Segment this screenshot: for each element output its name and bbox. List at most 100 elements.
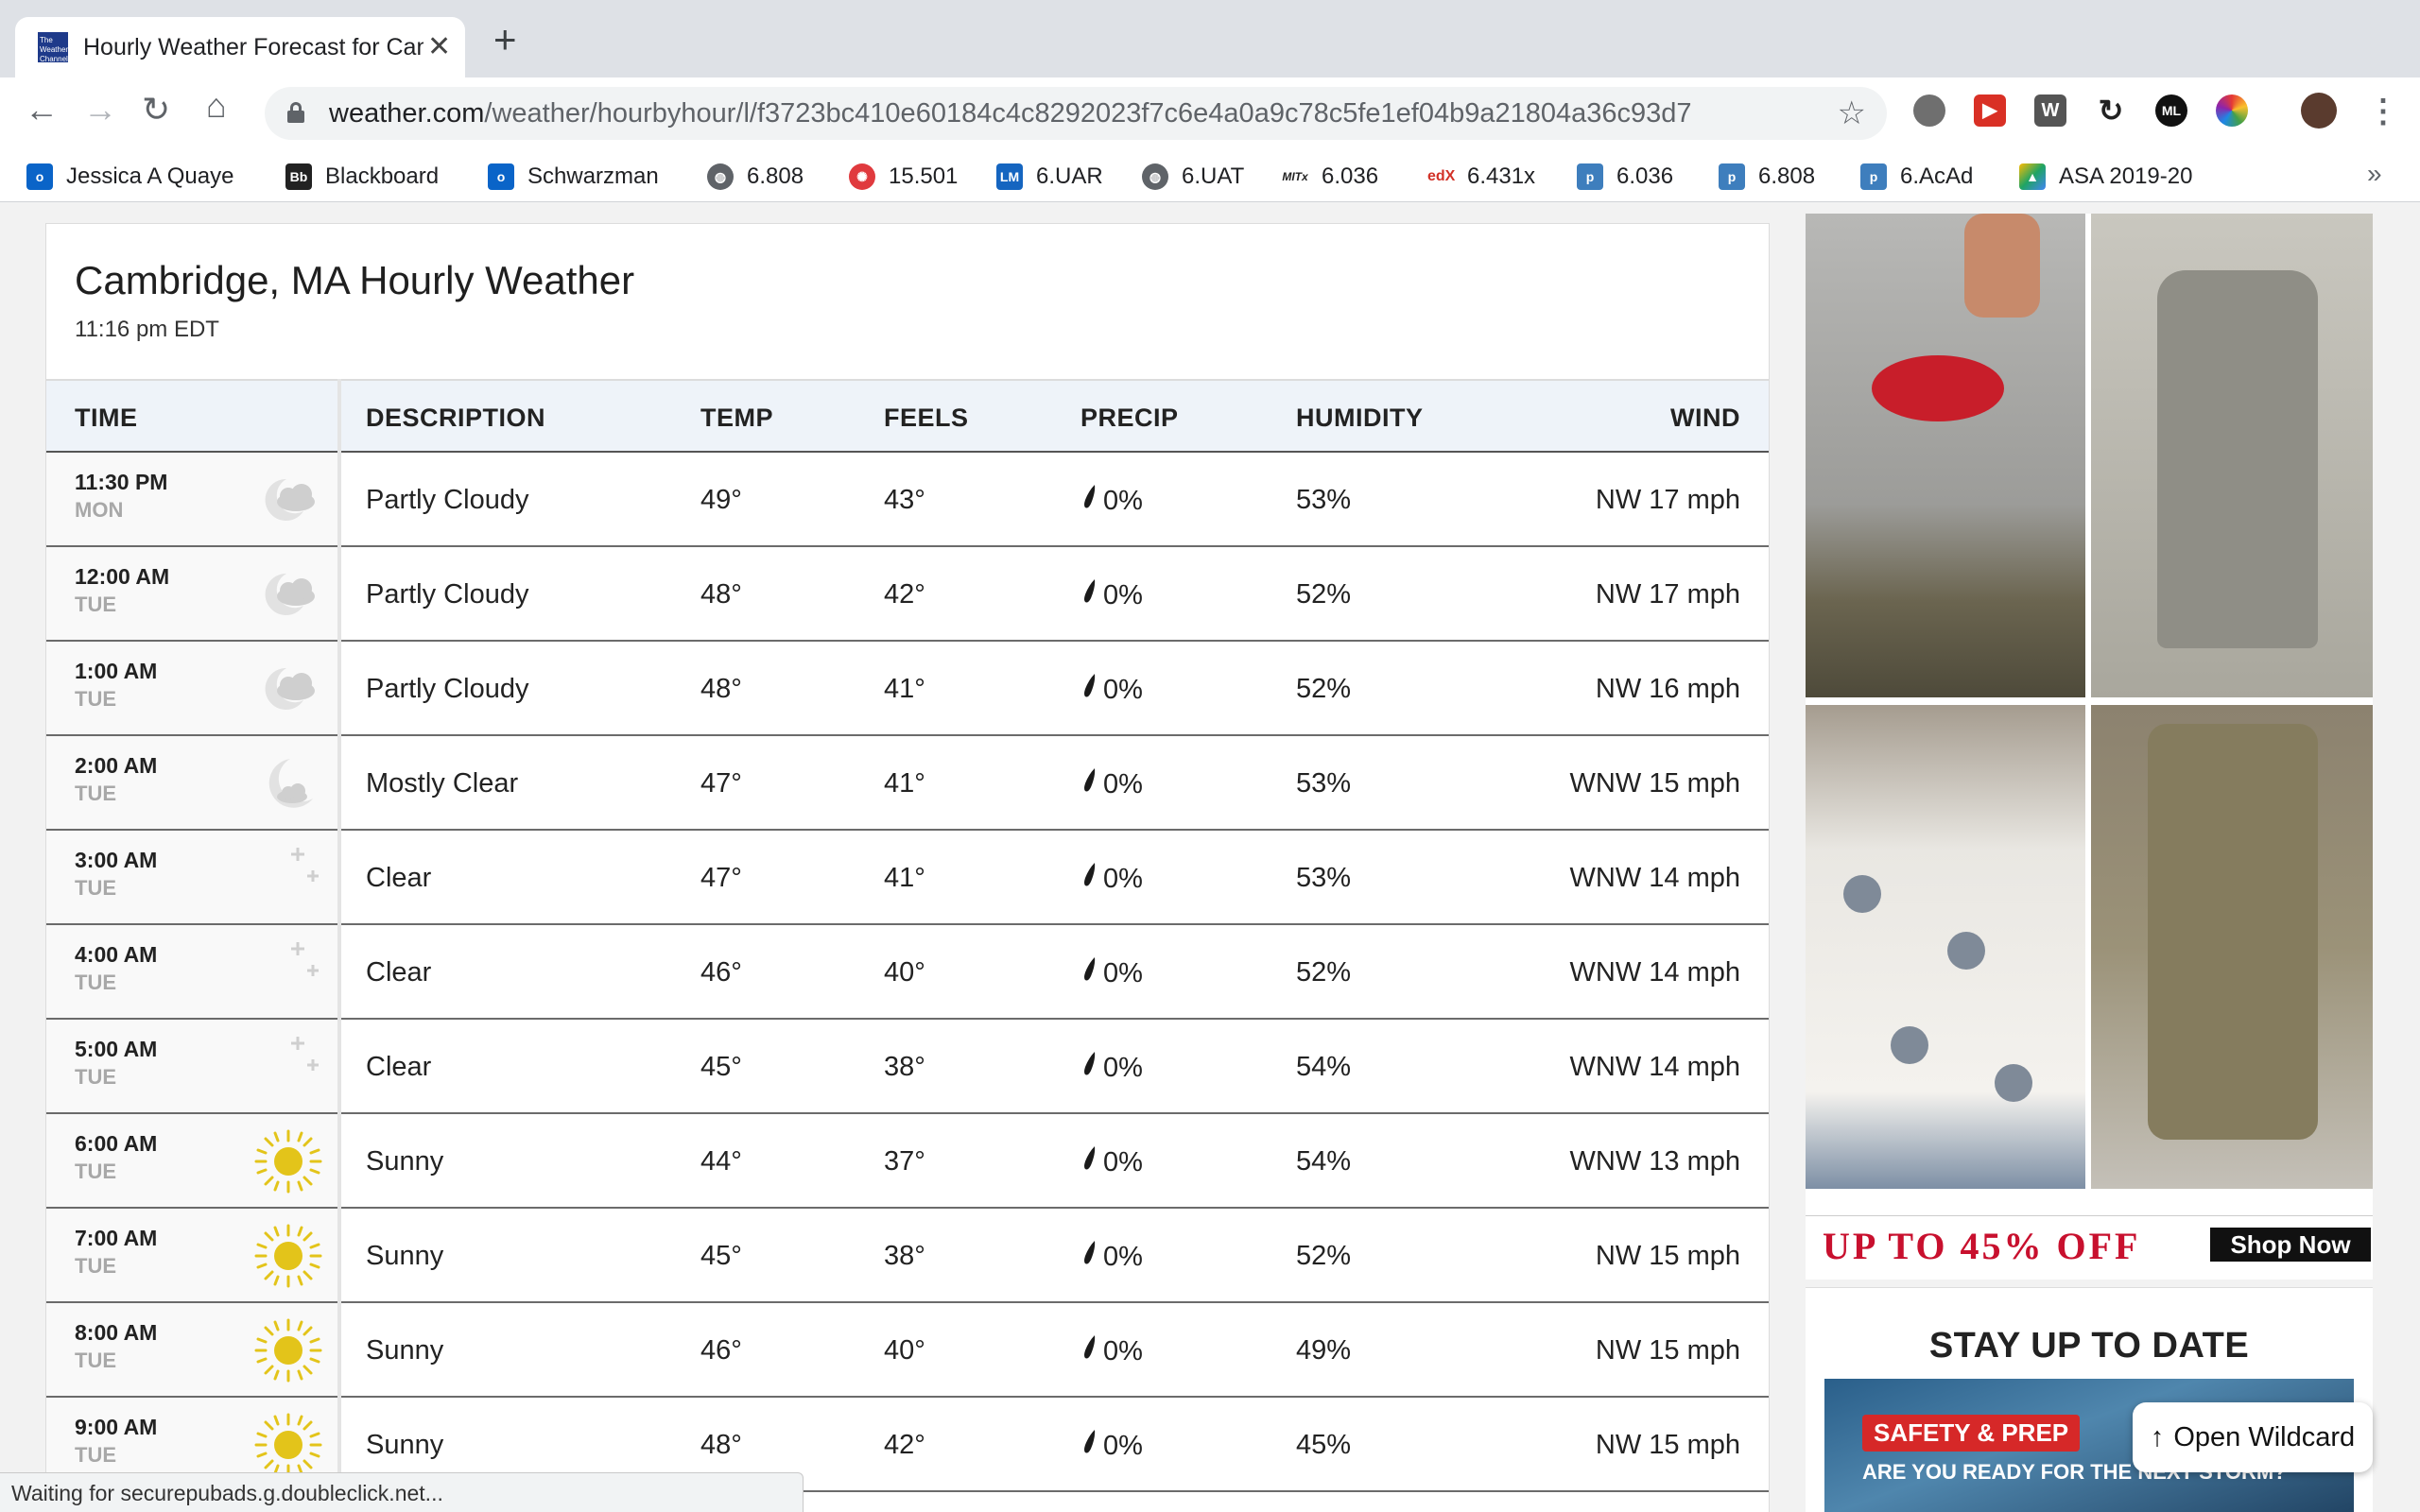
bookmark-item[interactable]: ▲ ASA 2019-20 — [2019, 161, 2192, 193]
row-wind: NW 15 mph — [1595, 1241, 1740, 1271]
row-precip-value: 0% — [1103, 1430, 1143, 1461]
bookmark-item[interactable]: o Schwarzman — [488, 161, 659, 193]
row-description: Partly Cloudy — [366, 579, 529, 610]
table-row[interactable]: 5:00 AM TUE Clear 45° 38° 0% 54% WNW 14 mph — [46, 1020, 1769, 1114]
row-precip: 0% — [1082, 577, 1143, 613]
row-day: TUE — [75, 1065, 116, 1089]
row-precip-value: 0% — [1103, 1146, 1143, 1177]
table-row[interactable]: 2:00 AM TUE Mostly Clear 47° 41° 0% 53% WNW 15 … — [46, 736, 1769, 831]
weather-channel-favicon-icon: The Weather Channel — [38, 32, 68, 63]
bookmarks-overflow-icon[interactable]: » — [2367, 159, 2382, 189]
bookmark-item[interactable]: p 6.808 — [1719, 161, 1815, 193]
mitx-icon: MITx — [1282, 163, 1308, 190]
bookmark-item[interactable]: p 6.AcAd — [1860, 161, 1973, 193]
extension-circle-icon[interactable] — [1913, 94, 1945, 127]
bookmark-item[interactable]: o Jessica A Quaye — [26, 161, 233, 193]
open-wildcard-button[interactable]: ↑ Open Wildcard — [2133, 1402, 2373, 1472]
home-icon[interactable]: ⌂ — [206, 87, 227, 125]
extension-color-wheel-icon[interactable] — [2216, 94, 2248, 127]
row-humidity: 52% — [1296, 957, 1352, 988]
row-temp: 46° — [700, 957, 742, 988]
table-row[interactable]: 8:00 AM TUE Sunny 46° 40° 0% 49% NW 15 mph — [46, 1303, 1769, 1398]
extension-ml-icon[interactable]: ML — [2155, 94, 2187, 127]
bookmark-label: Schwarzman — [527, 163, 659, 189]
bookmark-item[interactable]: edX 6.431x — [1427, 161, 1535, 193]
safety-prep-badge: SAFETY & PREP — [1862, 1415, 2081, 1452]
bookmark-label: 6.036 — [1322, 163, 1379, 189]
raindrop-icon — [1082, 1050, 1103, 1086]
row-description: Clear — [366, 1052, 432, 1082]
browser-menu-icon[interactable]: ⋮ — [2367, 93, 2399, 130]
bookmark-item[interactable]: p 6.036 — [1577, 161, 1673, 193]
row-precip-value: 0% — [1103, 1335, 1143, 1366]
bookmark-item[interactable]: ✺ 15.501 — [849, 161, 958, 193]
reload-icon[interactable]: ↻ — [142, 91, 170, 129]
bookmark-label: 15.501 — [889, 163, 959, 189]
page-title: Cambridge, MA Hourly Weather — [75, 258, 635, 302]
partly-cloudy-night-icon — [254, 657, 322, 721]
piazza-icon: p — [1577, 163, 1603, 190]
browser-tab[interactable]: The Weather Channel Hourly Weather Forec… — [15, 17, 465, 77]
row-description: Sunny — [366, 1241, 444, 1271]
row-day: TUE — [75, 782, 116, 805]
row-humidity: 52% — [1296, 674, 1352, 704]
table-row[interactable]: 1:00 AM TUE Partly Cloudy 48° 41° 0% 52% NW 16 … — [46, 642, 1769, 736]
row-temp: 48° — [700, 674, 742, 704]
table-row[interactable]: 4:00 AM TUE Clear 46° 40° 0% 52% WNW 14 mph — [46, 925, 1769, 1020]
outlook-icon: o — [488, 163, 514, 190]
tab-close-icon[interactable]: ✕ — [427, 30, 451, 63]
table-row[interactable]: 11:30 PM MON Partly Cloudy 49° 43° 0% 53% NW 17… — [46, 453, 1769, 547]
table-row[interactable]: 7:00 AM TUE Sunny 45° 38° 0% 52% NW 15 mph — [46, 1209, 1769, 1303]
raindrop-icon — [1082, 766, 1103, 802]
row-description: Partly Cloudy — [366, 485, 529, 515]
header-description: DESCRIPTION — [366, 404, 546, 432]
advertisement[interactable]: UP TO 45% OFF Shop Now — [1806, 214, 2373, 1280]
polka-dot — [1843, 875, 1881, 913]
row-wind: NW 15 mph — [1595, 1430, 1740, 1460]
back-icon[interactable]: ← — [25, 91, 59, 129]
bookmark-item[interactable]: Bb Blackboard — [285, 161, 439, 193]
edx-icon: edX — [1427, 163, 1455, 190]
tab-title: Hourly Weather Forecast for Cambridge — [83, 34, 424, 60]
bookmark-item[interactable]: ◍ 6.808 — [707, 161, 804, 193]
hand-graphic — [1964, 214, 2040, 318]
row-precip: 0% — [1082, 483, 1143, 519]
ad-photo-khaki-pants[interactable] — [2091, 705, 2373, 1189]
header-time: TIME — [75, 404, 138, 432]
ad-photo-blouse[interactable] — [1806, 705, 2085, 1189]
new-tab-button[interactable]: + — [493, 20, 517, 60]
lock-icon[interactable] — [287, 102, 304, 123]
bookmark-label: 6.UAT — [1182, 163, 1245, 189]
sun-icon — [254, 1318, 322, 1383]
forward-icon[interactable]: → — [83, 91, 117, 129]
ad-banner[interactable]: UP TO 45% OFF Shop Now — [1806, 1215, 2373, 1274]
raindrop-icon — [1082, 955, 1103, 991]
row-precip-value: 0% — [1103, 485, 1143, 516]
stay-up-to-date-module: STAY UP TO DATE SAFETY & PREP ARE YOU RE… — [1806, 1287, 2373, 1512]
table-row[interactable]: 12:00 AM TUE Partly Cloudy 48° 42° 0% 52% NW 17… — [46, 547, 1769, 642]
row-precip-value: 0% — [1103, 579, 1143, 610]
table-row[interactable]: 3:00 AM TUE Clear 47° 41° 0% 53% WNW 14 mph — [46, 831, 1769, 925]
table-header: TIME DESCRIPTION TEMP FEELS PRECIP HUMID… — [46, 379, 1769, 453]
extension-refresh-icon[interactable]: ↻ — [2095, 94, 2127, 127]
profile-avatar[interactable] — [2301, 93, 2337, 129]
row-wind: WNW 15 mph — [1569, 768, 1740, 799]
bookmark-label: 6.808 — [1758, 163, 1816, 189]
bookmark-item[interactable]: MITx 6.036 — [1282, 161, 1378, 193]
bookmark-item[interactable]: ◍ 6.UAT — [1142, 161, 1244, 193]
extension-play-icon[interactable]: ▶ — [1974, 94, 2006, 127]
row-wind: WNW 14 mph — [1569, 1052, 1740, 1082]
table-row[interactable]: 6:00 AM TUE Sunny 44° 37° 0% 54% WNW 13 mph — [46, 1114, 1769, 1209]
bookmark-star-icon[interactable]: ☆ — [1838, 94, 1866, 132]
extension-w-icon[interactable]: W — [2034, 94, 2066, 127]
stay-up-to-date-title: STAY UP TO DATE — [1928, 1326, 2250, 1366]
ad-photo-pants[interactable] — [2091, 214, 2373, 697]
sun-icon — [254, 1413, 322, 1477]
row-humidity: 54% — [1296, 1146, 1352, 1177]
row-wind: NW 17 mph — [1595, 485, 1740, 515]
shop-now-button[interactable]: Shop Now — [2210, 1228, 2371, 1262]
ad-photo-shirt[interactable] — [1806, 214, 2085, 697]
address-bar[interactable]: weather.com/weather/hourbyhour/l/f3723bc… — [265, 87, 1887, 140]
bookmark-item[interactable]: LM 6.UAR — [996, 161, 1103, 193]
row-time: 7:00 AM — [75, 1226, 158, 1250]
